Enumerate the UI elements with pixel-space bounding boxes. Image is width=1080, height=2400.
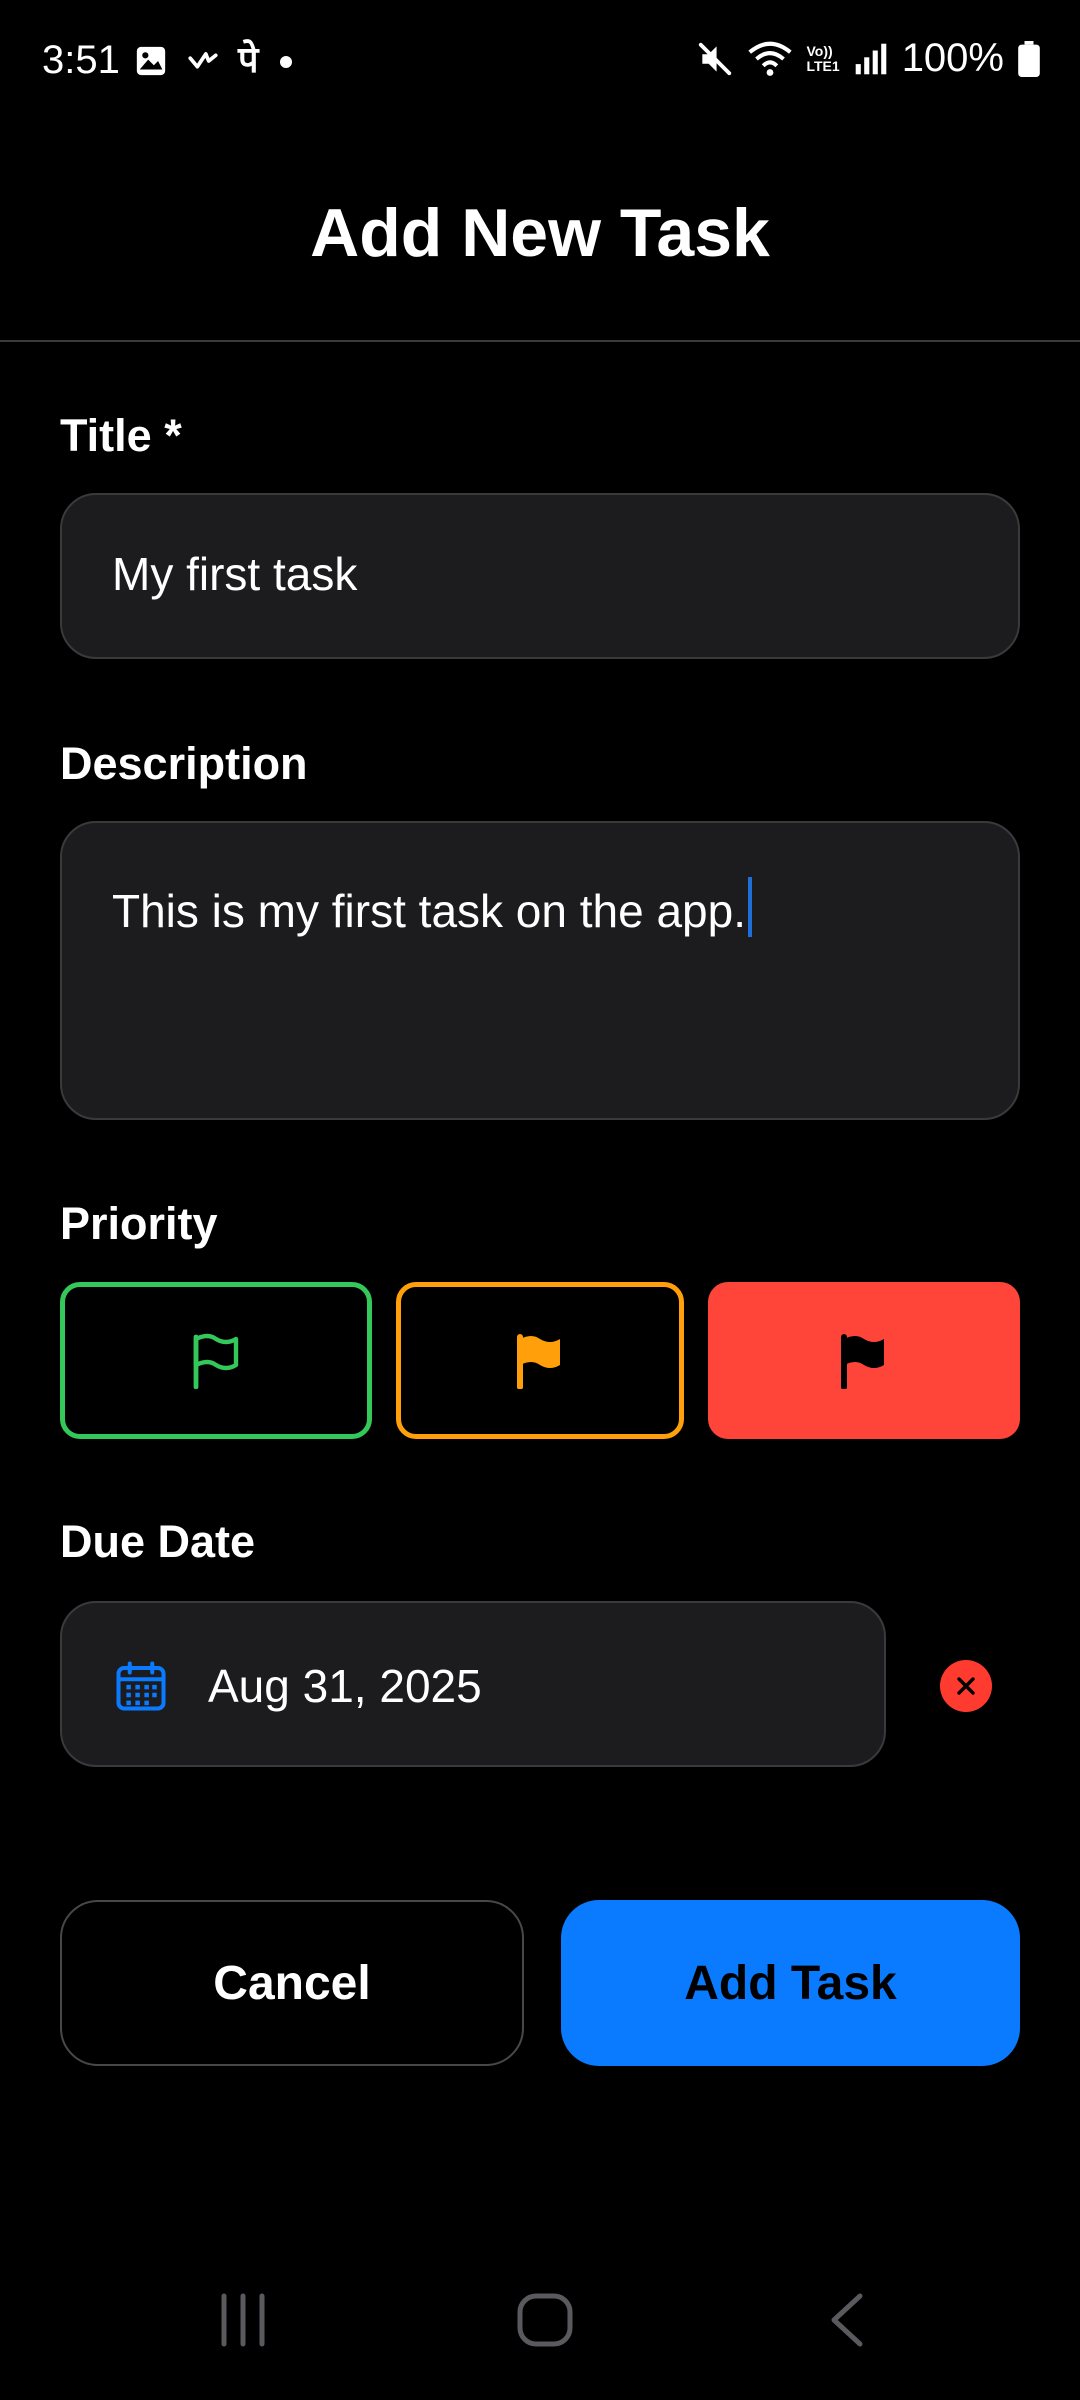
close-icon — [957, 1677, 975, 1695]
battery-percent: 100% — [901, 36, 1004, 80]
cancel-button[interactable]: Cancel — [60, 1900, 524, 2066]
title-input[interactable]: My first task — [60, 493, 1020, 659]
battery-icon — [1018, 40, 1040, 77]
recent-apps-icon[interactable] — [216, 2290, 270, 2350]
due-date-picker[interactable]: Aug 31, 2025 — [60, 1601, 886, 1767]
status-system-icons: Vo)) LTE1 100% — [696, 36, 1040, 81]
wifi-icon — [748, 41, 793, 76]
priority-low-button[interactable] — [60, 1282, 372, 1439]
image-icon — [136, 46, 166, 76]
description-input[interactable]: This is my first task on the app. — [60, 821, 1020, 1120]
flag-icon — [841, 1333, 884, 1389]
calendar-icon — [116, 1661, 166, 1711]
title-label: Title * — [60, 410, 182, 461]
header: Add New Task — [0, 124, 1080, 342]
system-nav-bar — [0, 2260, 1080, 2400]
due-date-label: Due Date — [60, 1516, 256, 1567]
cancel-button-label: Cancel — [213, 1956, 371, 2010]
add-task-button[interactable]: Add Task — [561, 1900, 1020, 2066]
flag-outline-icon — [193, 1333, 239, 1389]
check-icon — [188, 52, 218, 69]
network-type-icon: Vo)) LTE1 — [806, 42, 840, 74]
network-label-bottom: LTE1 — [806, 57, 840, 74]
mute-icon — [699, 42, 732, 75]
clear-date-button[interactable] — [940, 1660, 992, 1712]
pe-icon: पे — [238, 40, 259, 81]
description-label: Description — [60, 738, 308, 789]
description-input-text: This is my first task on the app. — [112, 877, 753, 938]
page-title: Add New Task — [310, 195, 770, 271]
screen: 3:51 पे Vo)) LTE1 100% Add New Task Titl… — [0, 0, 1080, 2400]
dot-icon — [280, 56, 293, 68]
flag-icon — [517, 1333, 560, 1389]
title-input-value: My first task — [112, 548, 358, 600]
status-notification-icons: पे — [134, 40, 296, 81]
add-task-button-label: Add Task — [684, 1956, 897, 2010]
status-time: 3:51 — [42, 38, 120, 82]
network-label-top: Vo)) — [806, 42, 833, 59]
priority-high-button[interactable] — [708, 1282, 1020, 1439]
priority-label: Priority — [60, 1198, 218, 1249]
status-bar: 3:51 पे Vo)) LTE1 100% — [0, 0, 1080, 124]
text-cursor — [748, 877, 753, 937]
due-date-value: Aug 31, 2025 — [208, 1660, 482, 1712]
description-input-value: This is my first task on the app. — [112, 885, 747, 937]
priority-medium-button[interactable] — [396, 1282, 684, 1439]
home-icon[interactable] — [516, 2290, 574, 2350]
back-icon[interactable] — [824, 2290, 868, 2350]
signal-icon — [855, 43, 886, 74]
